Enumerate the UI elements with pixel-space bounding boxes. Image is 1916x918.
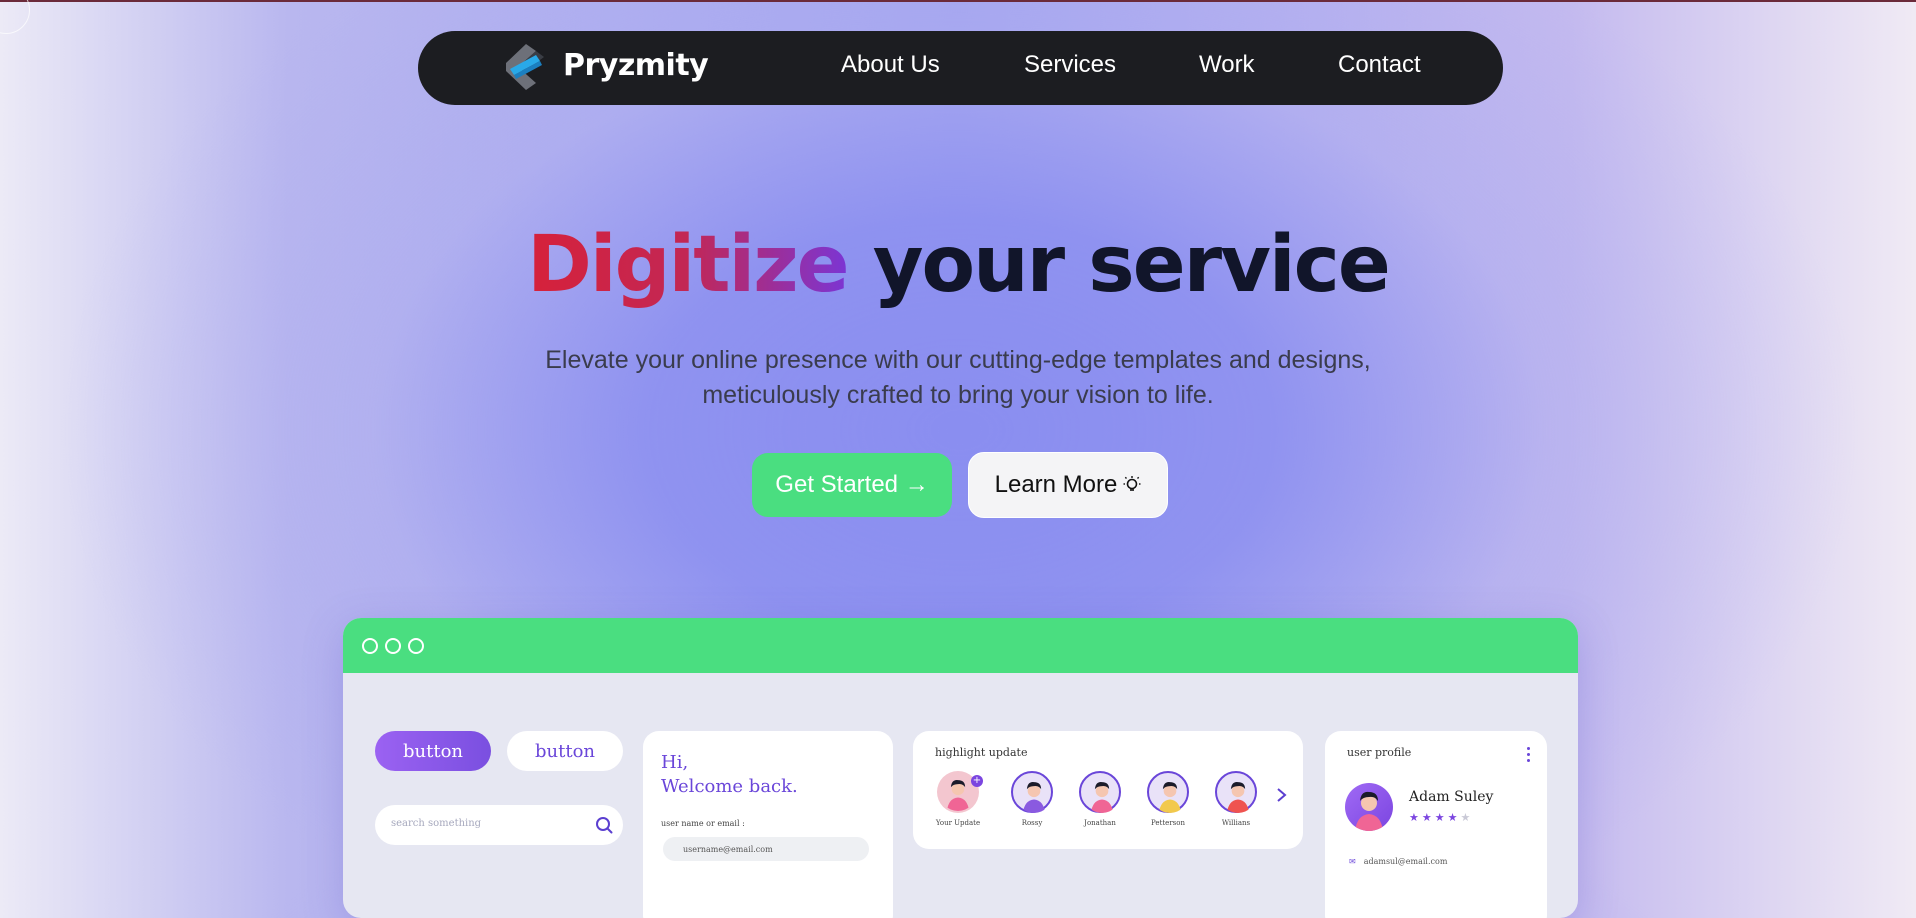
mail-icon: ✉ <box>1349 857 1356 866</box>
star-empty-icon: ★ <box>1460 812 1474 824</box>
star-filled-icon: ★ <box>1421 812 1435 824</box>
hero-title-highlight: Digitize <box>527 220 849 310</box>
pryzmity-logo-icon[interactable] <box>496 41 554 93</box>
greeting-line-1: Hi, <box>661 752 689 773</box>
highlight-update-card: highlight update + Your Update Rossy Jonath… <box>913 731 1303 849</box>
user-profile-card: user profile Adam Suley ★★★★★ ✉ adamsul@e… <box>1325 731 1547 918</box>
star-filled-icon: ★ <box>1434 812 1448 824</box>
hero-title: Digitize your service <box>0 220 1916 310</box>
story-avatar <box>1147 771 1189 813</box>
avatar <box>1345 783 1393 831</box>
story-item[interactable]: Petterson <box>1145 771 1191 827</box>
get-started-button[interactable]: Get Started → <box>752 453 952 517</box>
nav-link-contact[interactable]: Contact <box>1338 51 1421 79</box>
profile-email: adamsul@email.com <box>1363 857 1448 866</box>
nav-link-work[interactable]: Work <box>1199 51 1255 79</box>
story-name: Rossy <box>1021 819 1043 827</box>
login-card: Hi, Welcome back. user name or email : u… <box>643 731 893 918</box>
lightbulb-icon <box>1123 476 1141 491</box>
hero-subtitle-line-1: Elevate your online presence with our cu… <box>545 346 1371 374</box>
sample-filled-button[interactable]: button <box>375 731 491 771</box>
get-started-label: Get Started → <box>775 471 929 498</box>
nav-link-services[interactable]: Services <box>1024 51 1116 79</box>
profile-email-row: ✉ adamsul@email.com <box>1349 857 1447 866</box>
brand-name[interactable]: Pryzmity <box>563 48 709 83</box>
story-name: Petterson <box>1151 819 1185 827</box>
username-input[interactable]: username@email.com <box>663 837 869 861</box>
navbar: Pryzmity About Us Services Work Contact <box>418 31 1503 105</box>
story-avatar: + <box>937 771 983 813</box>
story-name: Your Update <box>935 819 981 827</box>
window-dot-icon <box>408 638 424 654</box>
story-name: Jonathan <box>1084 819 1116 827</box>
learn-more-button[interactable]: Learn More <box>968 452 1168 518</box>
ui-mockup-window: button button search something Hi, Welco… <box>343 618 1578 918</box>
more-options-icon[interactable] <box>1527 747 1531 763</box>
greeting-line-2: Welcome back. <box>661 776 798 797</box>
chevron-right-icon[interactable] <box>1275 788 1287 802</box>
highlight-title: highlight update <box>935 746 1028 759</box>
window-dot-icon <box>385 638 401 654</box>
profile-title: user profile <box>1347 746 1412 759</box>
story-item[interactable]: Willians <box>1213 771 1259 827</box>
username-value: username@email.com <box>683 845 773 854</box>
username-label: user name or email : <box>661 819 745 828</box>
cursor-ring <box>0 0 30 34</box>
add-story-icon[interactable]: + <box>971 775 983 787</box>
hero-title-rest: your service <box>847 220 1391 310</box>
profile-name: Adam Suley <box>1409 789 1494 805</box>
story-avatar <box>1011 771 1053 813</box>
hero-subtitle-line-2: meticulously crafted to bring your visio… <box>702 381 1214 409</box>
story-avatar <box>1215 771 1257 813</box>
story-name: Willians <box>1221 819 1251 827</box>
nav-link-about-us[interactable]: About Us <box>841 51 940 79</box>
rating-stars: ★★★★★ <box>1409 811 1473 824</box>
top-border-line <box>0 0 1916 2</box>
window-title-bar <box>343 618 1578 673</box>
story-item[interactable]: Jonathan <box>1077 771 1123 827</box>
story-item[interactable]: + Your Update <box>935 771 983 827</box>
story-item[interactable]: Rossy <box>1009 771 1055 827</box>
star-filled-icon: ★ <box>1447 812 1461 824</box>
story-avatar <box>1079 771 1121 813</box>
sample-search-input[interactable]: search something <box>375 805 623 845</box>
learn-more-label: Learn More <box>994 471 1118 498</box>
window-dot-icon <box>362 638 378 654</box>
star-filled-icon: ★ <box>1409 812 1422 824</box>
search-icon[interactable] <box>595 816 613 834</box>
login-greeting: Hi, Welcome back. <box>661 751 798 799</box>
sample-outline-button[interactable]: button <box>507 731 623 771</box>
search-placeholder: search something <box>391 818 482 829</box>
